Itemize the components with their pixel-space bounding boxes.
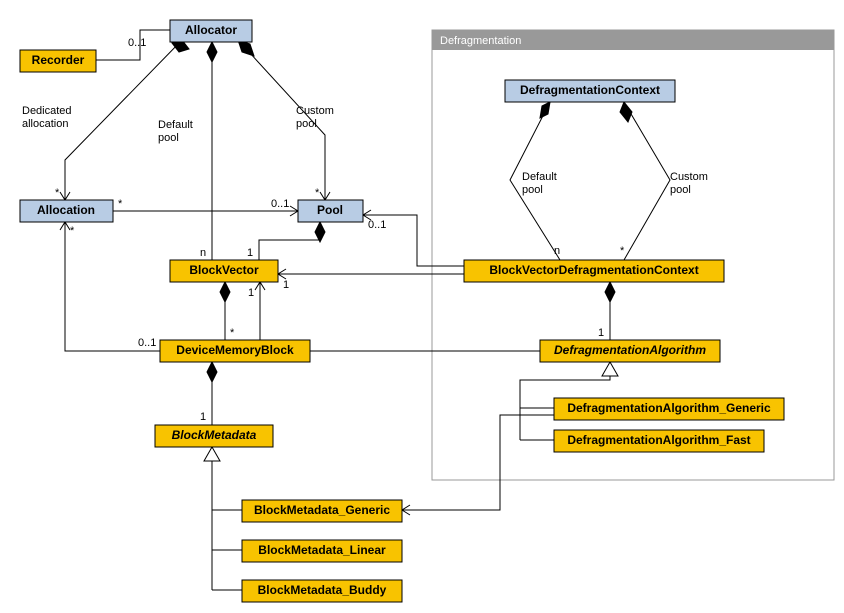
mult-bvdc-star: * (620, 245, 625, 257)
svg-text:DefragmentationAlgorithm_Fast: DefragmentationAlgorithm_Fast (567, 433, 750, 447)
label-defaultpool-2: pool (158, 132, 179, 144)
svg-text:BlockMetadata: BlockMetadata (172, 428, 257, 442)
label-custompool-1: Custom (296, 105, 334, 117)
mult-bvdc-bv: 1 (283, 279, 289, 291)
diamond-allocator-blockvector (207, 42, 217, 62)
class-allocator: Allocator (170, 20, 252, 42)
diamond-dmb-bm (207, 362, 217, 382)
edge-dc-bvdc-cus (624, 102, 670, 260)
tri-da (602, 362, 618, 376)
mult-bm-1: 1 (200, 411, 206, 423)
class-blockmetadata-buddy: BlockMetadata_Buddy (242, 580, 402, 602)
label-dedicated-2: allocation (22, 118, 68, 130)
mult-alloc-star: * (118, 198, 123, 210)
mult-da-1: 1 (598, 327, 604, 339)
class-bvdefragcontext: BlockVectorDefragmentationContext (464, 260, 724, 282)
class-blockvector: BlockVector (170, 260, 278, 282)
class-allocation: Allocation (20, 200, 113, 222)
svg-text:Allocation: Allocation (37, 203, 95, 217)
svg-text:BlockVector: BlockVector (189, 263, 259, 277)
class-defragmentationcontext: DefragmentationContext (505, 80, 675, 102)
mult-bv-1: 1 (247, 247, 253, 259)
class-defragalg-generic: DefragmentationAlgorithm_Generic (554, 398, 784, 420)
label-dedicated-1: Dedicated (22, 105, 72, 117)
label-dc-def-2: pool (522, 184, 543, 196)
svg-text:Pool: Pool (317, 203, 343, 217)
mult-da-bv-1: 1 (248, 287, 254, 299)
edge-dmb-alloc (65, 222, 160, 351)
class-pool: Pool (298, 200, 363, 222)
label-custompool-2: pool (296, 118, 317, 130)
class-blockmetadata-generic: BlockMetadata_Generic (242, 500, 402, 522)
diamond-bv-dmb (220, 282, 230, 302)
mult-dmb-01: 0..1 (138, 337, 156, 349)
diamond-dc-bvdc-cus (620, 102, 632, 122)
class-blockmetadata-linear: BlockMetadata_Linear (242, 540, 402, 562)
class-defragalgorithm: DefragmentationAlgorithm (540, 340, 720, 362)
svg-text:BlockMetadata_Generic: BlockMetadata_Generic (254, 503, 390, 517)
mult-bvdc-n: n (554, 245, 560, 257)
svg-text:BlockMetadata_Linear: BlockMetadata_Linear (258, 543, 386, 557)
edge-dag-bmg (402, 415, 554, 510)
mult-allocation: * (55, 187, 60, 199)
svg-text:BlockMetadata_Buddy: BlockMetadata_Buddy (258, 583, 387, 597)
mult-dmb-star: * (230, 327, 235, 339)
class-blockmetadata: BlockMetadata (155, 425, 273, 447)
frame-title: Defragmentation (440, 35, 521, 47)
svg-text:DefragmentationAlgorithm_Gener: DefragmentationAlgorithm_Generic (567, 401, 771, 415)
mult-pool-01: 0..1 (271, 198, 289, 210)
label-dc-cus-1: Custom (670, 171, 708, 183)
diamond-pool-bv (315, 222, 325, 242)
uml-diagram: Defragmentation 0..1 Dedicated allocatio… (0, 0, 844, 613)
diamond-bvdc-da (605, 282, 615, 302)
mult-bv-n: n (200, 247, 206, 259)
mult-alloc-star2: * (70, 225, 75, 237)
mult-pool-star: * (315, 187, 320, 199)
edge-pool-bv (259, 222, 320, 260)
mult-recorder: 0..1 (128, 37, 146, 49)
svg-text:BlockVectorDefragmentationCont: BlockVectorDefragmentationContext (489, 263, 698, 277)
mult-bvdc-pool: 0..1 (368, 219, 386, 231)
svg-text:DeviceMemoryBlock: DeviceMemoryBlock (176, 343, 294, 357)
svg-text:Allocator: Allocator (185, 23, 237, 37)
class-defragalg-fast: DefragmentationAlgorithm_Fast (554, 430, 764, 452)
svg-text:DefragmentationContext: DefragmentationContext (520, 83, 660, 97)
label-dc-def-1: Default (522, 171, 557, 183)
class-recorder: Recorder (20, 50, 96, 72)
label-dc-cus-2: pool (670, 184, 691, 196)
diamond-dc-bvdc-def (540, 102, 550, 118)
class-devicememoryblock: DeviceMemoryBlock (160, 340, 310, 362)
label-defaultpool-1: Default (158, 119, 193, 131)
svg-text:Recorder: Recorder (32, 53, 85, 67)
svg-text:DefragmentationAlgorithm: DefragmentationAlgorithm (554, 343, 706, 357)
tri-bm (204, 447, 220, 461)
